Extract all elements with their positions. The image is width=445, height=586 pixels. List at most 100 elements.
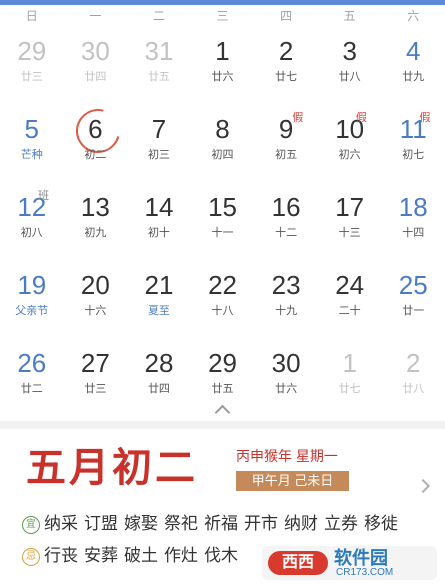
day-number: 24 bbox=[335, 270, 365, 300]
collapse-toggle[interactable] bbox=[0, 399, 445, 421]
lunar-label: 廿八 bbox=[338, 71, 361, 83]
day-cell[interactable]: 16 十二 bbox=[254, 184, 318, 262]
watermark-name: 软件园 bbox=[334, 548, 388, 568]
yi-item: 纳采 bbox=[44, 514, 78, 533]
day-number: 18 bbox=[398, 192, 428, 222]
ji-item: 作灶 bbox=[164, 546, 198, 565]
weekday-label: 日 bbox=[25, 9, 38, 23]
lunar-label: 芒种 bbox=[20, 149, 43, 161]
day-number: 6 bbox=[88, 114, 103, 144]
chevron-up-icon[interactable] bbox=[214, 404, 231, 421]
lunar-label: 廿七 bbox=[275, 71, 298, 83]
day-cell[interactable]: 15 十一 bbox=[191, 184, 255, 262]
day-cell[interactable]: 11 初七 假 bbox=[381, 106, 445, 184]
day-number: 22 bbox=[208, 270, 237, 300]
day-cell[interactable]: 2 廿七 bbox=[254, 28, 318, 106]
ji-item: 破土 bbox=[124, 546, 158, 565]
lunar-label: 初五 bbox=[275, 149, 298, 161]
day-cell[interactable]: 30 廿四 bbox=[64, 28, 128, 106]
day-number: 21 bbox=[144, 270, 174, 300]
day-cell[interactable]: 31 廿五 bbox=[127, 28, 191, 106]
ji-items: 行丧 安葬 破土 作灶 伐木 bbox=[44, 546, 244, 565]
lunar-label: 十六 bbox=[84, 305, 107, 317]
day-number: 23 bbox=[271, 270, 301, 300]
lunar-label: 夏至 bbox=[147, 305, 170, 317]
week-row: 12 初八 班 13 初九 14 初十 15 十一 16 十二 17 十三 18 十四 bbox=[0, 184, 445, 262]
day-number: 8 bbox=[215, 114, 230, 144]
week-row: 19 父亲节 20 十六 21 夏至 22 十八 23 十九 24 二十 25 廿一 bbox=[0, 262, 445, 340]
lunar-label: 廿五 bbox=[147, 71, 170, 83]
weekday-label: 二 bbox=[152, 9, 165, 23]
lunar-label: 十三 bbox=[338, 227, 361, 239]
day-cell[interactable]: 8 初四 bbox=[191, 106, 255, 184]
day-cell[interactable]: 22 十八 bbox=[191, 262, 255, 340]
lunar-label: 廿三 bbox=[84, 383, 107, 395]
day-number: 19 bbox=[17, 270, 47, 300]
day-cell[interactable]: 5 芒种 bbox=[0, 106, 64, 184]
day-cell[interactable]: 25 廿一 bbox=[381, 262, 445, 340]
lunar-label: 廿九 bbox=[402, 71, 425, 83]
weekday-label: 五 bbox=[343, 9, 356, 23]
lunar-label: 十一 bbox=[211, 227, 234, 239]
day-cell[interactable]: 14 初十 bbox=[127, 184, 191, 262]
lunar-label: 初三 bbox=[147, 149, 170, 161]
weekday-label: 四 bbox=[280, 9, 293, 23]
yi-item: 移徙 bbox=[364, 514, 398, 533]
day-number: 31 bbox=[144, 36, 174, 66]
month-grid: 29 廿三 30 廿四 31 廿五 1 廿六 2 廿七 3 廿八 4 廿九 5 芒种 6 初二 7 初三 8 初四 9 初五 假… bbox=[0, 28, 445, 418]
day-cell[interactable]: 21 夏至 bbox=[127, 262, 191, 340]
day-cell[interactable]: 19 父亲节 bbox=[0, 262, 64, 340]
day-cell[interactable]: 10 初六 假 bbox=[318, 106, 382, 184]
lunar-label: 廿三 bbox=[20, 71, 43, 83]
day-cell[interactable]: 29 廿三 bbox=[0, 28, 64, 106]
lunar-label: 廿七 bbox=[338, 383, 361, 395]
ji-item: 伐木 bbox=[204, 546, 238, 565]
lunar-label: 廿五 bbox=[211, 383, 234, 395]
day-number: 29 bbox=[208, 348, 237, 378]
day-cell[interactable]: 7 初三 bbox=[127, 106, 191, 184]
day-cell[interactable]: 4 廿九 bbox=[381, 28, 445, 106]
lunar-label: 初十 bbox=[147, 227, 170, 239]
day-cell[interactable]: 17 十三 bbox=[318, 184, 382, 262]
day-cell[interactable]: 18 十四 bbox=[381, 184, 445, 262]
day-cell[interactable]: 13 初九 bbox=[64, 184, 128, 262]
day-cell[interactable]: 24 二十 bbox=[318, 262, 382, 340]
site-watermark: 西西 软件园 CR173.COM bbox=[262, 546, 437, 580]
day-number: 14 bbox=[144, 192, 174, 222]
lunar-label: 初四 bbox=[211, 149, 234, 161]
day-cell[interactable]: 20 十六 bbox=[64, 262, 128, 340]
day-cell[interactable]: 3 廿八 bbox=[318, 28, 382, 106]
lunar-label: 十二 bbox=[275, 227, 298, 239]
lunar-label: 初八 bbox=[20, 227, 43, 239]
day-cell[interactable]: 9 初五 假 bbox=[254, 106, 318, 184]
watermark-url: CR173.COM bbox=[336, 567, 394, 578]
chevron-right-icon[interactable] bbox=[415, 478, 431, 494]
top-accent-bar bbox=[0, 0, 445, 5]
yi-item: 嫁娶 bbox=[124, 514, 158, 533]
weekday-label: 六 bbox=[407, 9, 420, 23]
day-number: 2 bbox=[278, 36, 294, 66]
week-row: 29 廿三 30 廿四 31 廿五 1 廿六 2 廿七 3 廿八 4 廿九 bbox=[0, 28, 445, 106]
ganzhi-year-weekday: 丙申猴年 星期一 bbox=[236, 448, 338, 464]
lunar-label: 廿六 bbox=[211, 71, 234, 83]
yi-item: 立券 bbox=[324, 514, 358, 533]
day-number: 28 bbox=[144, 348, 174, 378]
lunar-label: 父亲节 bbox=[15, 305, 49, 317]
ganzhi-month-day: 甲午月 己未日 bbox=[236, 471, 349, 491]
yi-item: 祭祀 bbox=[164, 514, 198, 533]
day-cell-today[interactable]: 6 初二 bbox=[64, 100, 128, 184]
day-number: 7 bbox=[151, 114, 167, 144]
yi-item: 开市 bbox=[244, 514, 278, 533]
day-cell[interactable]: 12 初八 班 bbox=[0, 184, 64, 262]
watermark-logo: 西西 bbox=[268, 551, 328, 575]
day-number: 9 bbox=[278, 114, 294, 144]
day-cell[interactable]: 1 廿六 bbox=[191, 28, 255, 106]
day-number: 27 bbox=[80, 348, 110, 378]
day-cell[interactable]: 23 十九 bbox=[254, 262, 318, 340]
lunar-label: 十九 bbox=[275, 305, 298, 317]
yi-badge-icon: 宜 bbox=[22, 516, 40, 534]
yi-item: 订盟 bbox=[84, 514, 118, 533]
ji-item: 行丧 bbox=[44, 546, 78, 565]
day-number: 16 bbox=[271, 192, 301, 222]
day-number: 29 bbox=[17, 36, 47, 66]
